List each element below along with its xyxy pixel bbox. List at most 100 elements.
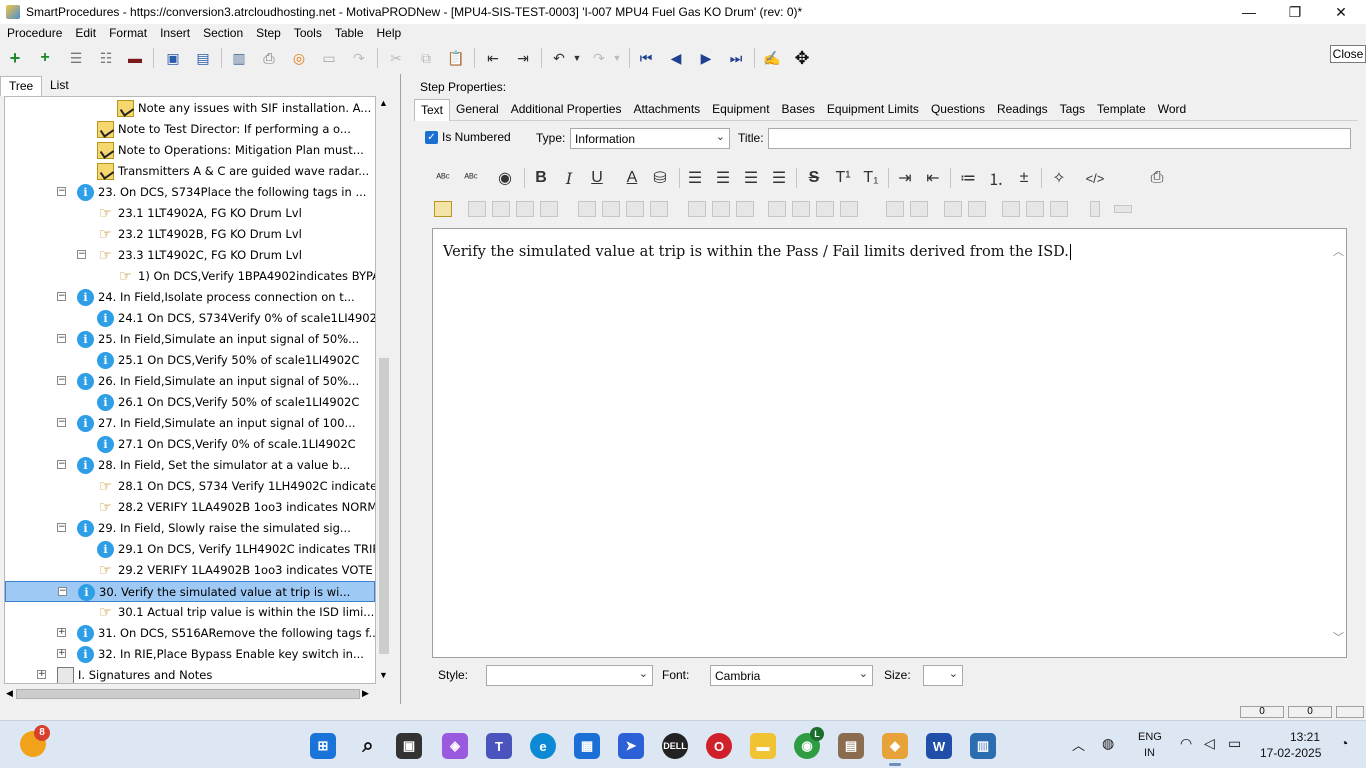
menu-help[interactable]: Help <box>377 26 402 40</box>
delete-step-icon[interactable]: ▬ <box>125 48 145 68</box>
table-tool-icon[interactable] <box>1090 201 1100 217</box>
word-icon[interactable]: W <box>926 733 952 759</box>
cut-icon[interactable]: ✂ <box>386 48 406 68</box>
tab-equipment[interactable]: Equipment <box>706 99 775 121</box>
language-indicator[interactable]: ENG <box>1138 731 1162 743</box>
tree-item[interactable]: i 27.1 On DCS,Verify 0% of scale.1LI4902C <box>5 434 375 455</box>
tree-item[interactable]: − i 25. In Field,Simulate an input signal … <box>5 329 375 350</box>
font-color-icon[interactable]: A <box>621 166 643 190</box>
save-all-icon[interactable]: ▣ <box>163 48 183 68</box>
tab-questions[interactable]: Questions <box>925 99 991 121</box>
restore-button[interactable]: ❐ <box>1272 0 1318 24</box>
outdent-icon[interactable]: ⇤ <box>483 48 503 68</box>
style-select[interactable]: ⌄ <box>486 665 653 686</box>
file-explorer-icon[interactable]: ▬ <box>750 733 776 759</box>
dell-icon[interactable]: DELL <box>662 733 688 759</box>
indent-decrease-icon[interactable]: ⇤ <box>922 166 944 190</box>
scroll-up-icon[interactable]: ▲ <box>379 98 388 108</box>
tab-tags[interactable]: Tags <box>1054 99 1091 121</box>
subscript-icon[interactable]: T₁ <box>860 166 882 190</box>
tree-item[interactable]: − i 23. On DCS, S734Place the following ta… <box>5 182 375 203</box>
indent-increase-icon[interactable]: ⇥ <box>894 166 916 190</box>
spell-check-icon[interactable]: ✍ <box>762 48 782 68</box>
table-tool-icon[interactable] <box>840 201 858 217</box>
editor-vertical-scrollbar[interactable]: ︿ ﹀ <box>1331 229 1346 657</box>
teams-icon[interactable]: T <box>486 733 512 759</box>
start-icon[interactable]: ⊞ <box>310 733 336 759</box>
region-indicator[interactable]: IN <box>1144 747 1155 759</box>
collapse-icon[interactable]: − <box>57 292 66 301</box>
collapse-icon[interactable]: − <box>57 334 66 343</box>
tab-word[interactable]: Word <box>1152 99 1192 121</box>
table-tool-icon[interactable] <box>540 201 558 217</box>
collapse-icon[interactable]: − <box>57 376 66 385</box>
tree-item[interactable]: Note any issues with SIF installation. A… <box>5 98 375 119</box>
align-left-icon[interactable]: ☰ <box>684 166 706 190</box>
menu-procedure[interactable]: Procedure <box>7 26 62 40</box>
menu-section[interactable]: Section <box>203 26 243 40</box>
task-view-icon[interactable]: ▣ <box>396 733 422 759</box>
power-automate-icon[interactable]: ➤ <box>618 733 644 759</box>
tree-item[interactable]: i 26.1 On DCS,Verify 50% of scale1LI4902C <box>5 392 375 413</box>
next-step-icon[interactable]: ▶ <box>696 48 716 68</box>
table-tool-icon[interactable] <box>768 201 786 217</box>
highlight-icon[interactable]: ⛁ <box>649 166 671 190</box>
tree-item[interactable]: ☞ 23.2 1LT4902B, FG KO Drum Lvl <box>5 224 375 245</box>
numbered-list-icon[interactable]: ⒈ <box>985 166 1007 190</box>
tree-item[interactable]: i 24.1 On DCS, S734Verify 0% of scale1LI4… <box>5 308 375 329</box>
expand-icon[interactable]: + <box>57 649 66 658</box>
opera-icon[interactable]: O <box>706 733 732 759</box>
close-button[interactable]: Close <box>1330 45 1366 63</box>
table-tool-icon[interactable] <box>816 201 834 217</box>
panel-splitter[interactable] <box>400 74 406 706</box>
type-select[interactable]: Information ⌄ <box>570 128 730 149</box>
indent-icon[interactable]: ⇥ <box>513 48 533 68</box>
menu-insert[interactable]: Insert <box>160 26 190 40</box>
title-input[interactable] <box>768 128 1351 149</box>
table-tool-icon[interactable] <box>1026 201 1044 217</box>
chrome-icon[interactable]: ◉ L <box>794 727 824 759</box>
bullet-list-icon[interactable]: ≔ <box>957 166 979 190</box>
store-icon[interactable]: ▦ <box>574 733 600 759</box>
table-tool-icon[interactable] <box>886 201 904 217</box>
tab-attachments[interactable]: Attachments <box>627 99 706 121</box>
font-select[interactable]: Cambria ⌄ <box>710 665 873 686</box>
tree-item[interactable]: ☞ 29.2 VERIFY 1LA4902B 1oo3 indicates VOT… <box>5 560 375 581</box>
table-tool-icon[interactable] <box>492 201 510 217</box>
table-tool-icon[interactable] <box>1050 201 1068 217</box>
tree-item[interactable]: − i 30. Verify the simulated value at trip… <box>5 581 375 602</box>
scroll-down-icon[interactable]: ﹀ <box>1333 629 1344 645</box>
previous-step-icon[interactable]: ◀ <box>666 48 686 68</box>
table-tool-icon[interactable] <box>688 201 706 217</box>
tab-readings[interactable]: Readings <box>991 99 1054 121</box>
underline-icon[interactable]: U <box>586 166 608 190</box>
network-status-icon[interactable]: ◍ <box>1102 735 1114 752</box>
expand-icon[interactable]: + <box>37 670 46 679</box>
last-step-icon[interactable]: ⏭ <box>726 48 746 68</box>
tab-equipment-limits[interactable]: Equipment Limits <box>821 99 925 121</box>
notification-bell-icon[interactable]: ◔ <box>1340 735 1348 751</box>
collapse-icon[interactable]: − <box>58 587 67 596</box>
scroll-up-icon[interactable]: ︿ <box>1333 243 1344 259</box>
tree-item[interactable]: + I. Signatures and Notes <box>5 665 375 683</box>
collapse-icon[interactable]: − <box>57 418 66 427</box>
weather-widget-icon[interactable]: 8 <box>20 725 50 757</box>
menu-tools[interactable]: Tools <box>294 26 322 40</box>
table-tool-icon[interactable] <box>736 201 754 217</box>
tree-item[interactable]: Transmitters A & C are guided wave radar… <box>5 161 375 182</box>
menu-step[interactable]: Step <box>256 26 281 40</box>
tree-item[interactable]: i 29.1 On DCS, Verify 1LH4902C indicates … <box>5 539 375 560</box>
clock-time[interactable]: 13:21 <box>1290 730 1320 744</box>
tree-item[interactable]: − i 26. In Field,Simulate an input signal … <box>5 371 375 392</box>
align-right-icon[interactable]: ☰ <box>740 166 762 190</box>
tab-bases[interactable]: Bases <box>776 99 821 121</box>
clock-date[interactable]: 17-02-2025 <box>1260 746 1321 760</box>
save-icon[interactable]: ▤ <box>193 48 213 68</box>
wifi-icon[interactable]: ◠ <box>1180 735 1192 752</box>
scroll-right-icon[interactable]: ▶ <box>362 688 369 699</box>
tree-item[interactable]: + i 31. On DCS, S516ARemove the following … <box>5 623 375 644</box>
is-numbered-checkbox[interactable]: ✓ <box>425 131 438 144</box>
add-substep-icon[interactable]: + <box>35 48 55 68</box>
redo-action-icon[interactable]: ↷ <box>349 48 369 68</box>
publish-icon[interactable]: ▥ <box>229 48 249 68</box>
